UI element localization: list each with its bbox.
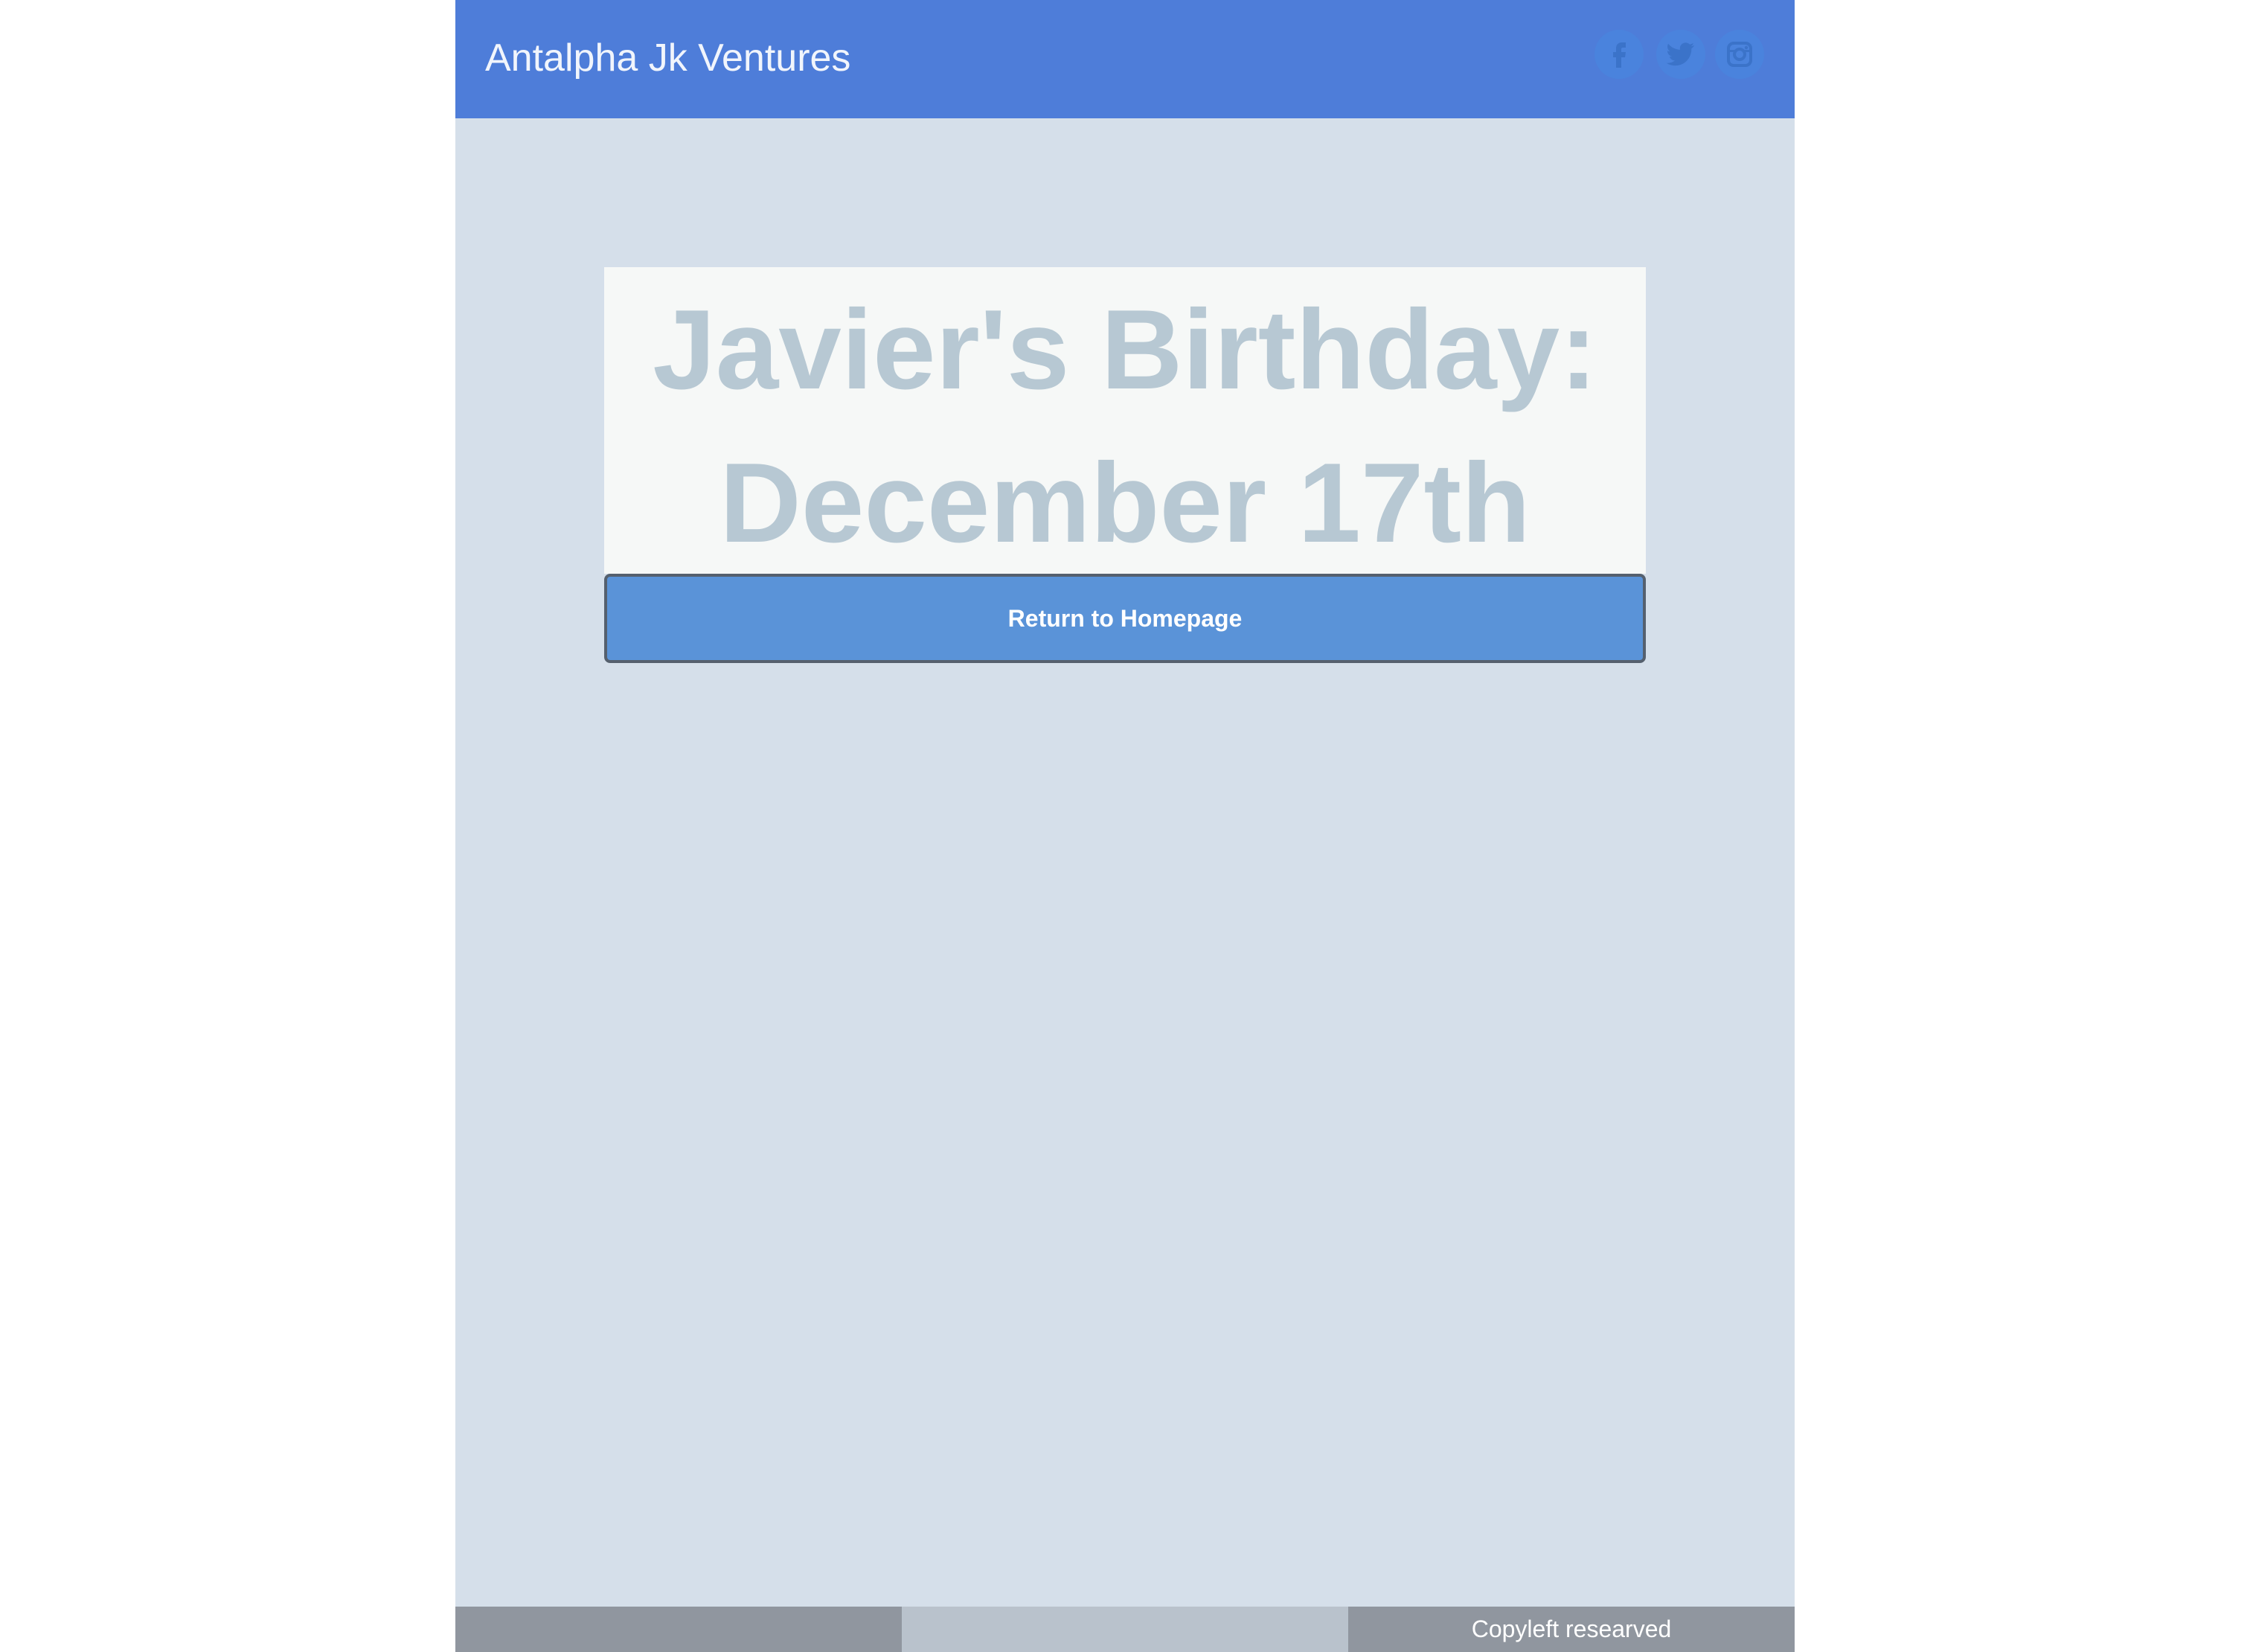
instagram-icon[interactable] bbox=[1715, 30, 1764, 79]
headline-line-2: December 17th bbox=[719, 440, 1531, 566]
site-footer: Copyleft researved bbox=[455, 1607, 1795, 1652]
footer-left-block bbox=[455, 1607, 902, 1652]
birthday-card: Javier's Birthday: December 17th bbox=[604, 267, 1646, 574]
copyright-text: Copyleft researved bbox=[1471, 1616, 1672, 1642]
footer-copyright: Copyleft researved bbox=[1348, 1607, 1795, 1652]
birthday-headline: Javier's Birthday: December 17th bbox=[604, 273, 1646, 580]
facebook-icon[interactable] bbox=[1594, 30, 1644, 79]
twitter-icon[interactable] bbox=[1656, 30, 1705, 79]
return-homepage-button[interactable]: Return to Homepage bbox=[604, 574, 1646, 663]
footer-middle-block bbox=[902, 1607, 1348, 1652]
headline-line-1: Javier's Birthday: bbox=[653, 286, 1597, 413]
brand-title[interactable]: Antalpha Jk Ventures bbox=[485, 30, 850, 86]
page-container: Antalpha Jk Ventures Javier's Birthday: bbox=[455, 0, 1795, 1652]
site-header: Antalpha Jk Ventures bbox=[455, 0, 1795, 118]
